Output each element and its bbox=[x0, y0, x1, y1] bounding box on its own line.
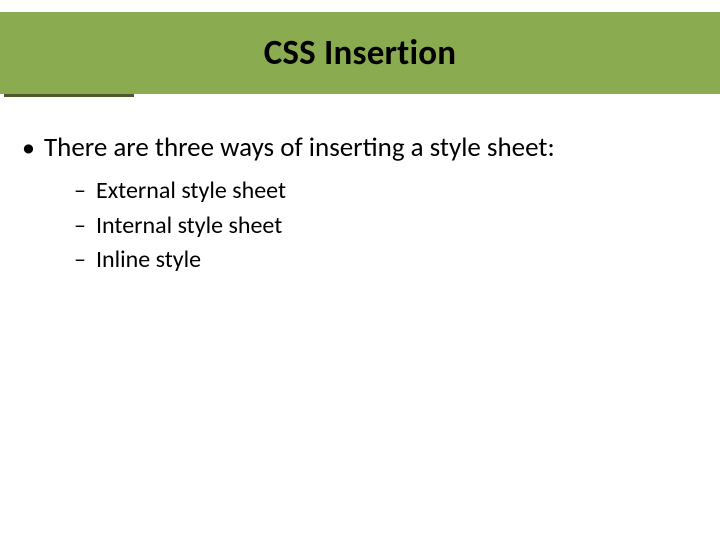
bullet-list-level1: There are three ways of inserting a styl… bbox=[20, 130, 700, 277]
bullet-main-text: There are three ways of inserting a styl… bbox=[44, 131, 555, 164]
accent-underline bbox=[4, 94, 134, 97]
slide-title: CSS Insertion bbox=[0, 32, 720, 74]
title-band: CSS Insertion bbox=[0, 12, 720, 94]
sub-bullet: External style sheet bbox=[74, 174, 700, 208]
slide-body: There are three ways of inserting a styl… bbox=[20, 130, 700, 277]
slide: CSS Insertion There are three ways of in… bbox=[0, 0, 720, 540]
sub-bullet-text: Internal style sheet bbox=[96, 211, 282, 240]
bullet-main: There are three ways of inserting a styl… bbox=[20, 130, 700, 277]
sub-bullet: Inline style bbox=[74, 243, 700, 277]
sub-bullet: Internal style sheet bbox=[74, 209, 700, 243]
sub-bullet-text: Inline style bbox=[96, 245, 201, 274]
sub-bullet-text: External style sheet bbox=[96, 176, 286, 205]
bullet-list-level2: External style sheet Internal style shee… bbox=[44, 174, 700, 276]
